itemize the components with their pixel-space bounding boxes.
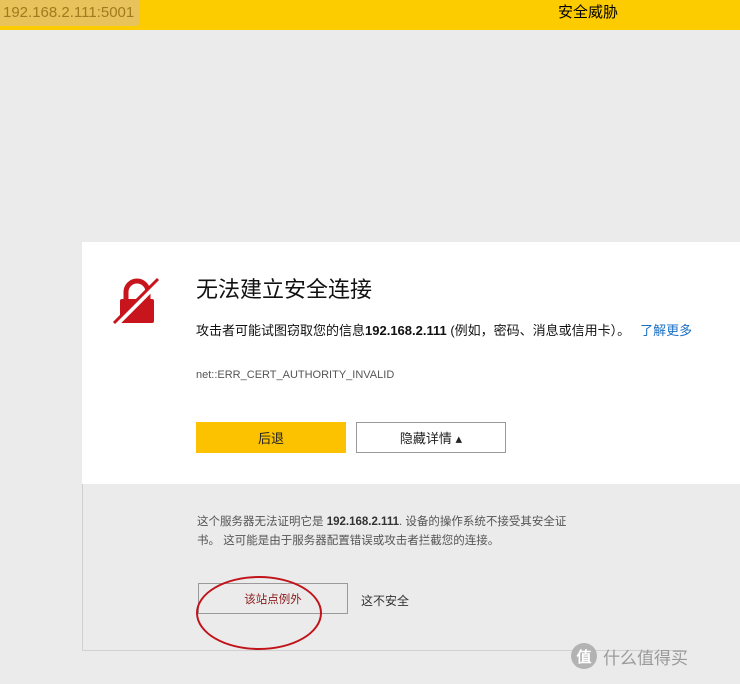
details-text: 这个服务器无法证明它是: [197, 516, 327, 528]
unsafe-label: 这不安全: [361, 594, 410, 608]
watermark-text: 什么值得买: [603, 648, 688, 668]
details-host: 192.168.2.111: [326, 516, 399, 528]
security-threat-label[interactable]: 安全威胁: [558, 0, 618, 26]
broken-lock-icon: [112, 277, 162, 326]
red-annotation-circle: [196, 576, 322, 650]
desc-suffix: (例如，密码、消息或信用卡）。: [446, 323, 631, 338]
watermark-logo-icon: 值: [571, 643, 597, 669]
details-panel: 这个服务器无法证明它是 192.168.2.111. 设备的操作系统不接受其安全…: [82, 484, 740, 650]
watermark: 值 什么值得买: [571, 641, 688, 671]
url-field[interactable]: 192.168.2.111:5001: [0, 0, 141, 26]
details-line-1: 这个服务器无法证明它是 192.168.2.111. 设备的操作系统不接受其安全…: [197, 512, 597, 532]
error-code: net::ERR_CERT_AUTHORITY_INVALID: [196, 369, 395, 381]
warning-card: 无法建立安全连接 攻击者可能试图窃取您的信息192.168.2.111 (例如，…: [82, 242, 740, 484]
desc-host: 192.168.2.111: [365, 323, 447, 338]
address-bar: 192.168.2.111:5001 安全威胁: [0, 0, 740, 30]
details-line-2: 书。 这可能是由于服务器配置错误或攻击者拦截您的连接。: [197, 535, 500, 547]
page-title: 无法建立安全连接: [196, 277, 373, 302]
desc-text: 攻击者可能试图窃取您的信息: [196, 323, 366, 338]
back-button[interactable]: 后退: [196, 422, 346, 453]
details-suffix: . 设备的操作系统不接受其安全证: [398, 516, 567, 528]
hide-details-button[interactable]: 隐藏详情 ▴: [356, 422, 506, 453]
learn-more-link[interactable]: 了解更多: [640, 323, 692, 338]
warning-description: 攻击者可能试图窃取您的信息192.168.2.111 (例如，密码、消息或信用卡…: [196, 320, 692, 339]
